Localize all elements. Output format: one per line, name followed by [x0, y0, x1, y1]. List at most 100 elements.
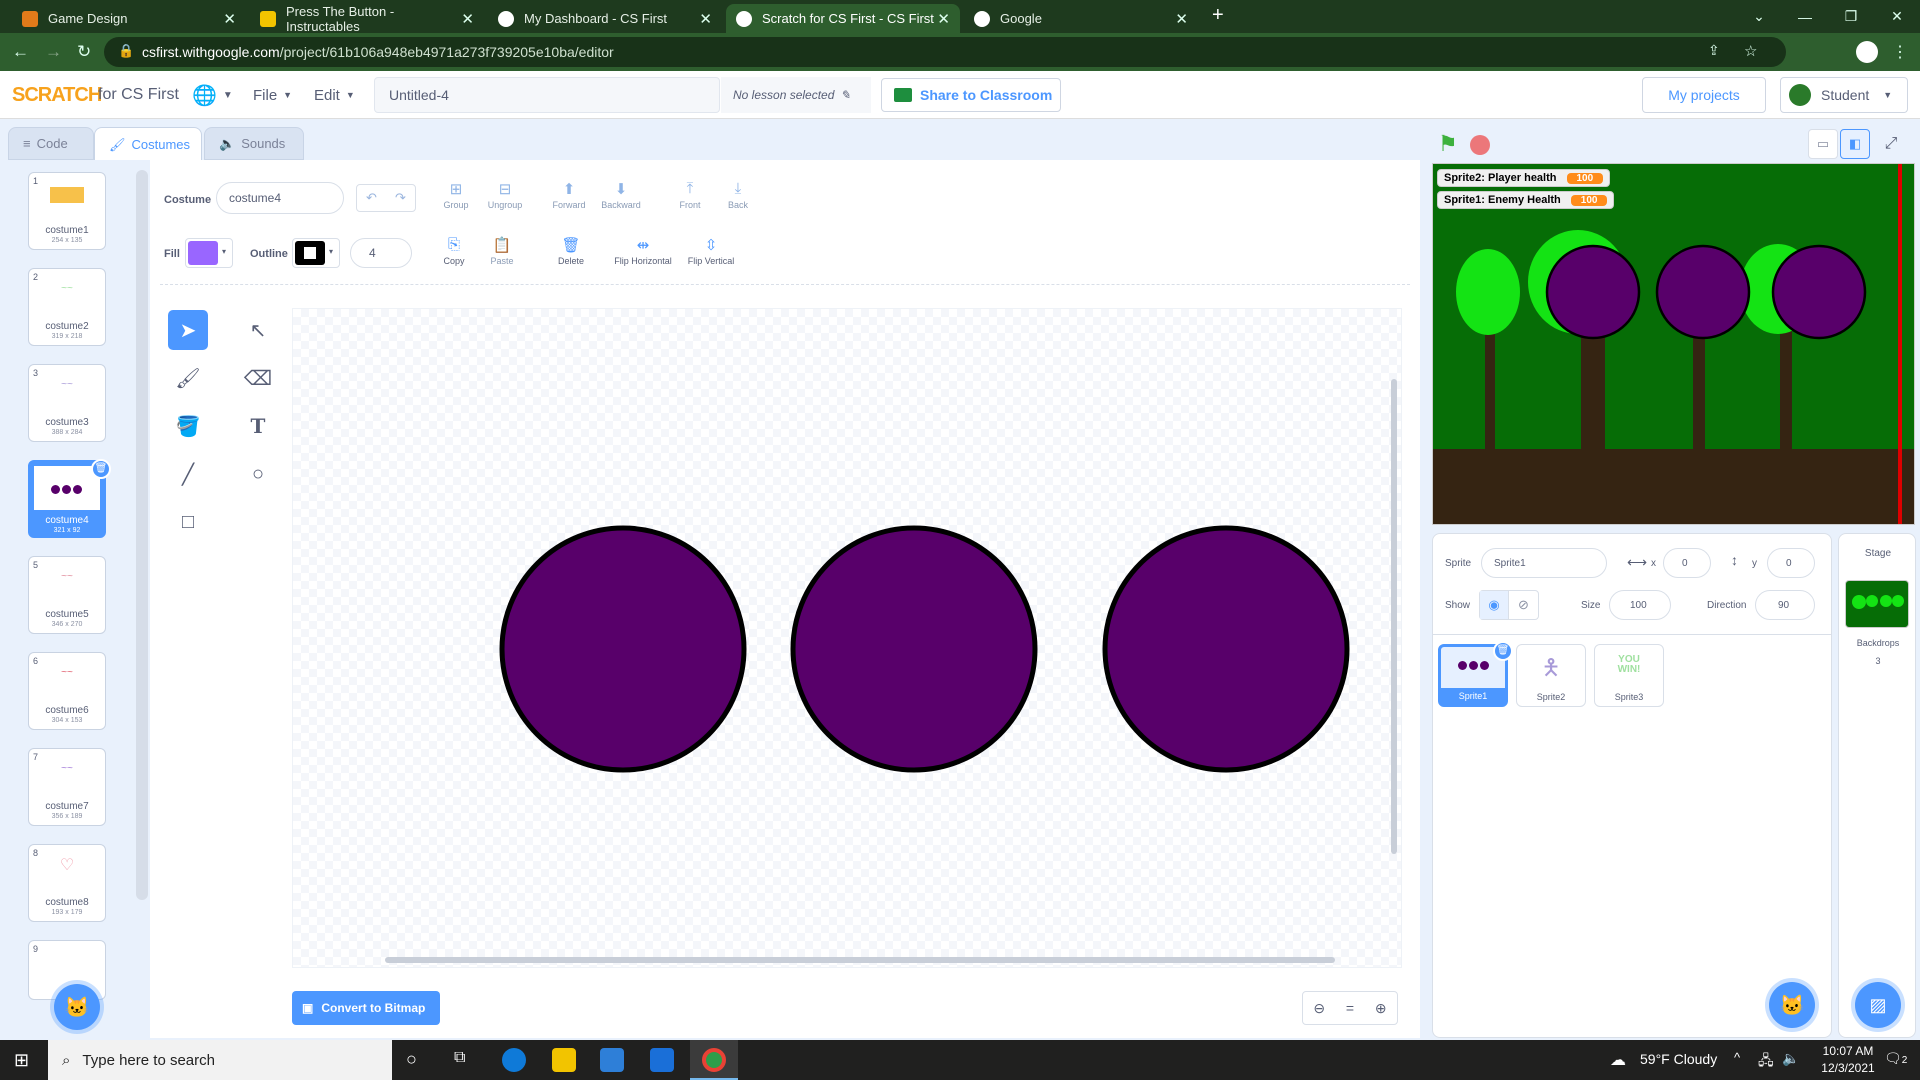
- zoom-reset-icon[interactable]: =: [1346, 1000, 1354, 1016]
- outline-width-input[interactable]: 4: [350, 238, 412, 268]
- project-title-input[interactable]: Untitled-4: [374, 77, 720, 113]
- bookmark-star-icon[interactable]: ☆: [1744, 42, 1757, 60]
- circle-tool-icon[interactable]: ○: [238, 454, 278, 494]
- zoom-out-icon[interactable]: ⊖: [1313, 1000, 1325, 1017]
- group-button[interactable]: ⊞ Group: [431, 180, 481, 210]
- browser-tab-active[interactable]: Scratch for CS First - CS First ✕: [726, 4, 960, 33]
- chrome-taskbar-button[interactable]: [690, 1040, 738, 1080]
- browser-tab[interactable]: Game Design ✕: [12, 4, 246, 33]
- small-stage-icon[interactable]: ▭: [1808, 129, 1838, 159]
- windows-start-icon[interactable]: ⊞: [14, 1050, 29, 1071]
- stage-thumbnail[interactable]: [1845, 580, 1909, 628]
- eye-icon[interactable]: ◉: [1480, 591, 1510, 619]
- convert-to-bitmap-button[interactable]: ▣ Convert to Bitmap: [292, 991, 440, 1025]
- close-tab-icon[interactable]: ✕: [699, 10, 712, 28]
- size-input[interactable]: 100: [1609, 590, 1671, 620]
- back-arrow-icon[interactable]: ←: [12, 42, 29, 62]
- paste-button[interactable]: 📋 Paste: [477, 236, 527, 266]
- select-tool-icon[interactable]: ➤: [168, 310, 208, 350]
- close-tab-icon[interactable]: ✕: [937, 10, 950, 28]
- rectangle-tool-icon[interactable]: □: [168, 502, 208, 542]
- copy-button[interactable]: ⎘ Copy: [429, 236, 479, 266]
- stage-canvas[interactable]: Sprite2: Player health 100 Sprite1: Enemy…: [1432, 163, 1915, 525]
- line-tool-icon[interactable]: ╱: [168, 454, 208, 494]
- undo-icon[interactable]: ↶: [366, 190, 377, 206]
- weather-text[interactable]: 59°F Cloudy: [1640, 1051, 1717, 1067]
- tab-code[interactable]: ≡ Code: [8, 127, 94, 160]
- language-globe-icon[interactable]: 🌐 ▼: [192, 71, 233, 119]
- my-projects-button[interactable]: My projects: [1642, 77, 1766, 113]
- costume-tile-selected[interactable]: 4costume4321 x 92🗑: [28, 459, 111, 538]
- tab-sounds[interactable]: 🔈 Sounds: [204, 127, 304, 160]
- network-icon[interactable]: 🖧: [1758, 1050, 1774, 1074]
- share-icon[interactable]: ⇪: [1708, 42, 1720, 59]
- costume-tile[interactable]: 1 costume1 254 x 135: [28, 172, 106, 250]
- redo-icon[interactable]: ↷: [395, 190, 406, 206]
- brush-tool-icon[interactable]: 🖌: [168, 358, 208, 398]
- back-button[interactable]: ⤓ Back: [713, 180, 763, 210]
- add-costume-button[interactable]: 🐱: [54, 984, 100, 1030]
- add-sprite-button[interactable]: 🐱: [1769, 982, 1815, 1028]
- paint-canvas[interactable]: [292, 308, 1402, 968]
- sprite-tile-selected[interactable]: Sprite1 🗑: [1438, 641, 1513, 707]
- y-input[interactable]: 0: [1767, 548, 1815, 578]
- restore-icon[interactable]: ❐: [1828, 0, 1874, 33]
- add-backdrop-button[interactable]: ▨: [1855, 982, 1901, 1028]
- edit-menu[interactable]: Edit ▼: [314, 71, 355, 119]
- clock[interactable]: 10:07 AM 12/3/2021: [1808, 1043, 1888, 1077]
- canvas-vertical-scrollbar[interactable]: [1391, 379, 1397, 854]
- eraser-tool-icon[interactable]: ⌫: [238, 358, 278, 398]
- flip-vertical-button[interactable]: ⇳ Flip Vertical: [678, 236, 744, 266]
- browser-tab[interactable]: My Dashboard - CS First ✕: [488, 4, 722, 33]
- profile-avatar[interactable]: [1856, 41, 1878, 63]
- flip-horizontal-button[interactable]: ⇹ Flip Horizontal: [608, 236, 678, 266]
- sprite-tile[interactable]: YOU WIN! Sprite3: [1594, 644, 1664, 707]
- browser-tab[interactable]: Google ✕: [964, 4, 1198, 33]
- browser-tab[interactable]: Press The Button - Instructables ✕: [250, 4, 484, 34]
- close-tab-icon[interactable]: ✕: [1175, 10, 1188, 28]
- costume-tile[interactable]: 7 ~~ costume7 356 x 189: [28, 748, 106, 826]
- user-menu[interactable]: Student ▼: [1780, 77, 1908, 113]
- variable-monitor[interactable]: Sprite2: Player health 100: [1437, 169, 1611, 187]
- delete-costume-icon[interactable]: 🗑: [91, 459, 111, 479]
- sprite-tile[interactable]: 🯅 Sprite2: [1516, 644, 1586, 707]
- new-tab-icon[interactable]: +: [1212, 4, 1224, 27]
- costume-tile[interactable]: 6 ~~ costume6 304 x 153: [28, 652, 106, 730]
- reload-icon[interactable]: ↻: [77, 42, 91, 62]
- ungroup-button[interactable]: ⊟ Ungroup: [480, 180, 530, 210]
- file-menu[interactable]: File ▼: [253, 71, 292, 119]
- share-to-classroom-button[interactable]: Share to Classroom: [881, 78, 1061, 112]
- stop-icon[interactable]: [1470, 135, 1490, 155]
- close-tab-icon[interactable]: ✕: [223, 10, 236, 28]
- costume-name-input[interactable]: costume4: [216, 182, 344, 214]
- costume-tile[interactable]: 5 ~~ costume5 346 x 270: [28, 556, 106, 634]
- variable-monitor[interactable]: Sprite1: Enemy Health 100: [1437, 191, 1615, 209]
- normal-stage-icon[interactable]: ◧: [1840, 129, 1870, 159]
- fullscreen-icon[interactable]: ⤢: [1876, 129, 1906, 159]
- green-flag-icon[interactable]: ⚑: [1438, 131, 1458, 157]
- forward-button[interactable]: ⬆ Forward: [544, 180, 594, 210]
- scratch-logo[interactable]: SCRATCH: [12, 71, 102, 119]
- backward-button[interactable]: ⬇ Backward: [596, 180, 646, 210]
- front-button[interactable]: ⤒ Front: [665, 180, 715, 210]
- forward-arrow-icon[interactable]: →: [45, 42, 62, 62]
- taskbar-search-field[interactable]: ⌕ Type here to search: [48, 1040, 392, 1080]
- costume-tile[interactable]: 2 ~~ costume2 319 x 218: [28, 268, 106, 346]
- costume-tile[interactable]: 8 ♡ costume8 193 x 179: [28, 844, 106, 922]
- delete-sprite-icon[interactable]: 🗑: [1493, 641, 1513, 661]
- volume-icon[interactable]: 🔈: [1782, 1050, 1799, 1067]
- text-tool-icon[interactable]: T: [238, 406, 278, 446]
- x-input[interactable]: 0: [1663, 548, 1711, 578]
- costume-tile[interactable]: 3 ~~ costume3 388 x 284: [28, 364, 106, 442]
- cortana-icon[interactable]: ○: [406, 1049, 417, 1070]
- delete-button[interactable]: 🗑 Delete: [546, 236, 596, 266]
- sprite-name-input[interactable]: Sprite1: [1481, 548, 1607, 578]
- url-field[interactable]: 🔒 csfirst.withgoogle.com/project/61b106a…: [104, 37, 1786, 67]
- tray-chevron-icon[interactable]: ^: [1734, 1050, 1740, 1065]
- minimize-icon[interactable]: —: [1782, 0, 1828, 33]
- notification-icon[interactable]: 🗨2: [1884, 1050, 1907, 1067]
- file-explorer-icon[interactable]: [552, 1048, 576, 1072]
- fill-color-picker[interactable]: ▾: [185, 238, 233, 268]
- task-view-icon[interactable]: ⧉: [454, 1049, 465, 1067]
- outline-color-picker[interactable]: ▾: [292, 238, 340, 268]
